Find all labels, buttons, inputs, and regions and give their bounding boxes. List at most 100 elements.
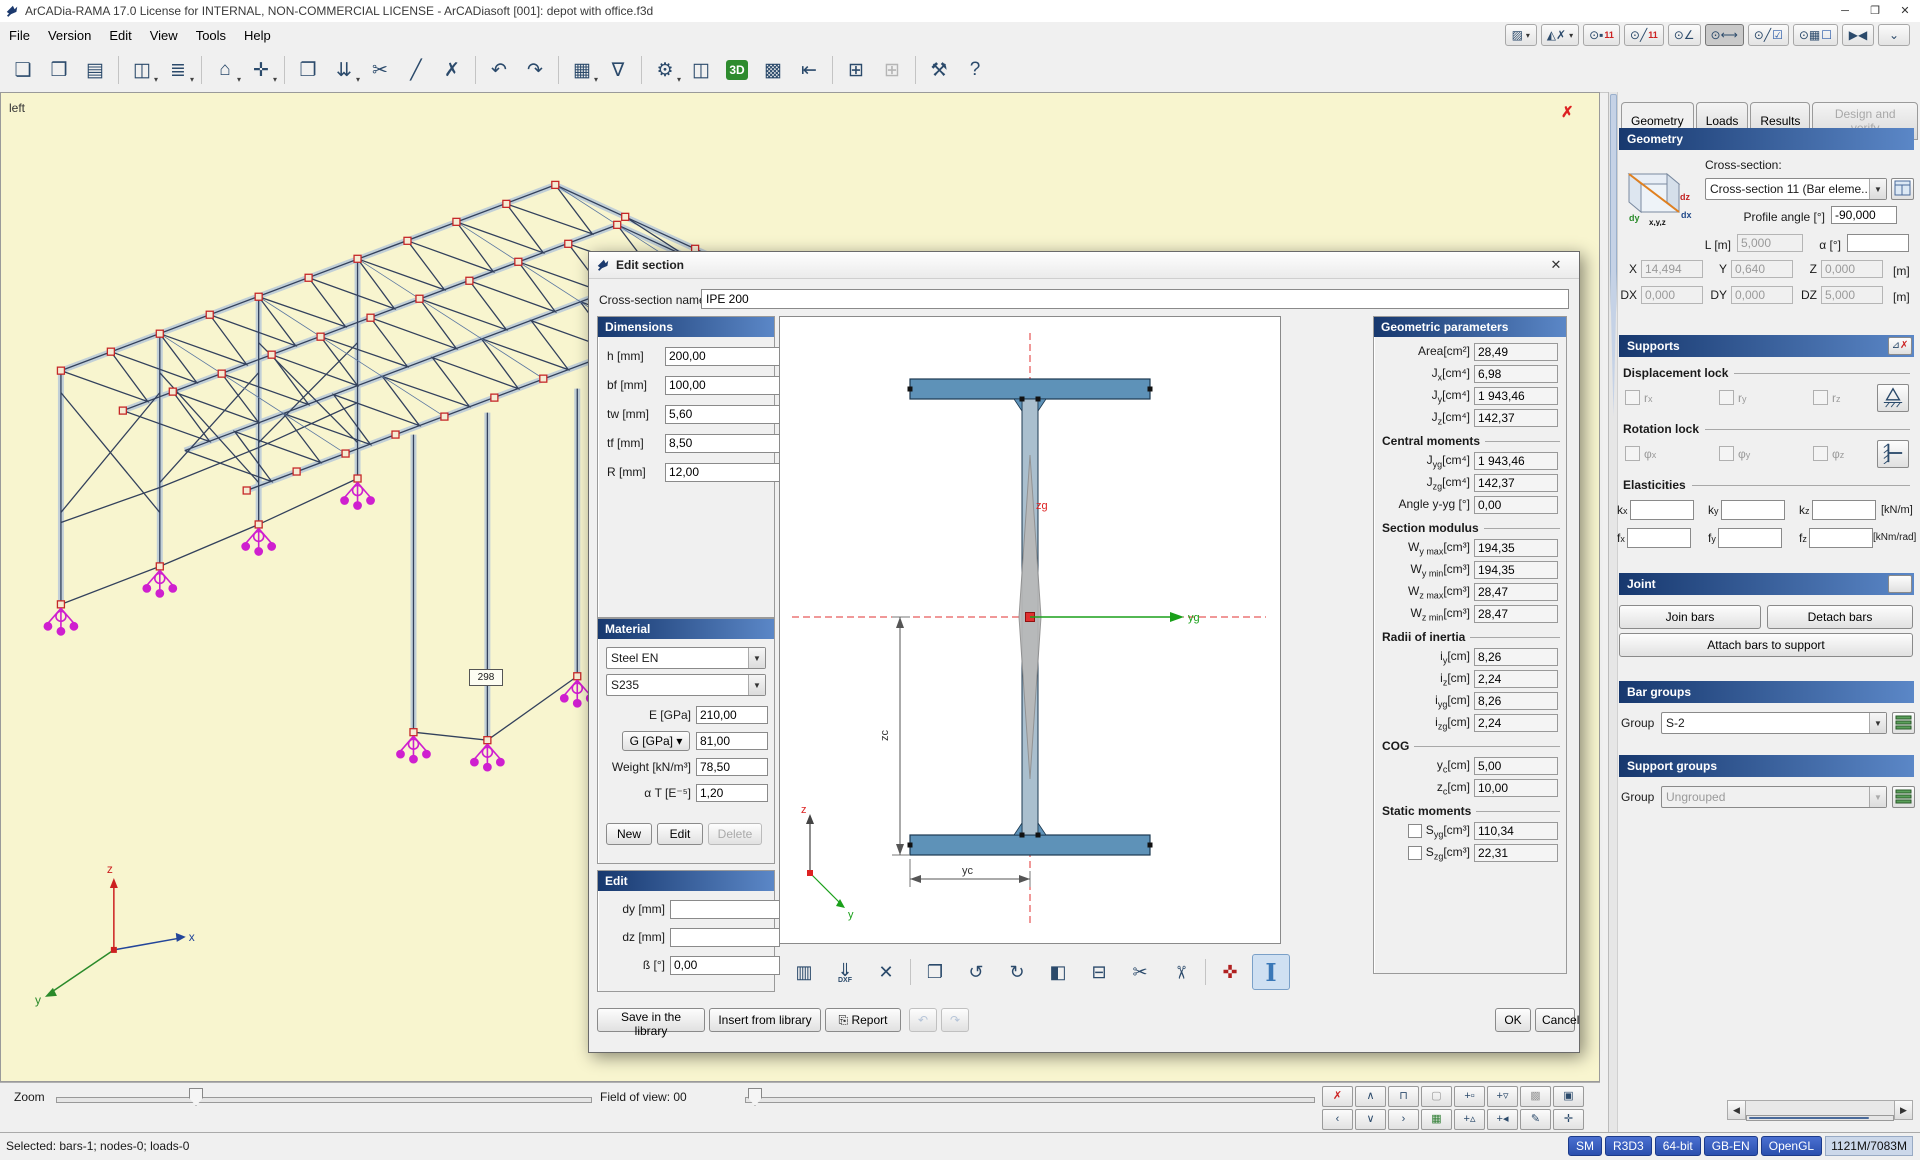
attach-bars-to-support-button[interactable]: Attach bars to support [1619, 633, 1913, 657]
table-editor-button[interactable]: ◫ [684, 53, 718, 87]
weight-input[interactable] [696, 758, 768, 776]
add-hinge-mode-button[interactable]: +▵ [1454, 1109, 1485, 1130]
scroll-left-arrow[interactable]: ◀ [1728, 1101, 1746, 1119]
insert-from-library-button[interactable]: Insert from library [709, 1008, 821, 1032]
rotate-right-button[interactable]: ↻ [998, 954, 1036, 990]
status-badge[interactable]: SM [1568, 1136, 1602, 1156]
cancel-button[interactable]: Cancel [1535, 1008, 1575, 1032]
displacement-lock-checkbox[interactable] [1625, 390, 1640, 405]
undo-button[interactable]: ↶ [482, 53, 516, 87]
add-node-button[interactable]: ✛ ▾ [244, 53, 278, 87]
k-input[interactable] [1812, 500, 1876, 520]
detach-bars-button[interactable]: Detach bars [1767, 605, 1913, 629]
add-node-mode-button[interactable]: +▫ [1454, 1086, 1485, 1107]
displacement-lock-checkbox[interactable] [1719, 390, 1734, 405]
joint-options-button[interactable] [1888, 575, 1912, 593]
cross-section-select[interactable]: Cross-section 11 (Bar eleme...▼ [1705, 178, 1887, 200]
profile-angle-input[interactable] [1831, 206, 1897, 224]
static-moment-checkbox[interactable] [1408, 824, 1422, 838]
wrench-button[interactable]: ⚒ [922, 53, 956, 87]
zoom-slider[interactable] [56, 1097, 592, 1103]
close-view-icon[interactable]: ✗ [1561, 103, 1574, 121]
edit-field-input[interactable] [670, 928, 780, 947]
minimize-button[interactable]: ─ [1830, 1, 1860, 22]
show-dimensions-button[interactable]: ⊙⟷ [1705, 24, 1744, 46]
pan-right-button[interactable]: › [1388, 1109, 1419, 1130]
dimension-input[interactable] [665, 347, 780, 366]
pan-down-button[interactable]: ∨ [1355, 1109, 1386, 1130]
support-group-manager-button[interactable] [1892, 786, 1915, 808]
project-manager-button[interactable]: ◫ ▾ [125, 53, 159, 87]
status-badge[interactable]: 64-bit [1655, 1136, 1701, 1156]
show-bar-numbers-button[interactable]: ⊙╱ 11 [1624, 24, 1664, 46]
pinned-support-button[interactable] [1877, 384, 1909, 412]
split-vertical-button[interactable]: ✂ [1162, 954, 1200, 990]
zoom-slider-thumb[interactable] [189, 1088, 203, 1106]
render-display-button[interactable]: ▦ [1421, 1109, 1452, 1130]
calculator-button[interactable]: ⊞ [839, 53, 873, 87]
lock-view-button[interactable]: ⊓ [1388, 1086, 1419, 1107]
displacement-lock-checkbox[interactable] [1813, 390, 1828, 405]
maximize-button[interactable]: ❐ [1860, 1, 1890, 22]
add-corner-mode-button[interactable]: +◂ [1487, 1109, 1518, 1130]
add-load-mode-button[interactable]: +▿ [1487, 1086, 1518, 1107]
filter-button[interactable]: ∇ [601, 53, 635, 87]
deselect-button[interactable]: ✗ [1322, 1086, 1353, 1107]
dimension-input[interactable] [665, 376, 780, 395]
section-grid-button[interactable]: ▩ [756, 53, 790, 87]
render-mode-button[interactable]: ▨ ▾ [1505, 24, 1537, 46]
mirror-horizontal-button[interactable]: ⊟ [1080, 954, 1118, 990]
rotate-left-button[interactable]: ↺ [957, 954, 995, 990]
menu-item[interactable]: Edit [100, 24, 140, 47]
visibility-filter-button[interactable]: ◭✗ ▾ [1541, 24, 1579, 46]
view-3d-button[interactable]: 3D [720, 53, 754, 87]
fixed-support-button[interactable] [1877, 440, 1909, 468]
k-input[interactable] [1630, 500, 1694, 520]
structure-settings-button[interactable]: ⚙ ▾ [648, 53, 682, 87]
fov-slider[interactable] [745, 1097, 1315, 1103]
cross-section-manager-button[interactable] [1891, 178, 1914, 200]
f-input[interactable] [1627, 528, 1691, 548]
menu-item[interactable]: File [0, 24, 39, 47]
frame-generator-button[interactable]: ⌂ ▾ [208, 53, 242, 87]
alpha-input[interactable] [1847, 234, 1909, 252]
dimension-input[interactable] [665, 405, 780, 424]
dimension-input[interactable] [665, 434, 780, 453]
delete-support-button[interactable]: ⊿✗ [1888, 337, 1912, 355]
add-bar-button[interactable]: ╱ [399, 53, 433, 87]
report-print-button[interactable]: ≣ ▾ [161, 53, 195, 87]
move-origin-button[interactable]: ✜ [1211, 954, 1249, 990]
copy-element-button[interactable]: ❐ [916, 954, 954, 990]
sidebar-scrollbar[interactable] [1609, 92, 1618, 1132]
ibeam-view-button[interactable]: I [1252, 954, 1290, 990]
material-edit-button[interactable]: Edit [657, 823, 703, 845]
mesh-button[interactable]: ▦ ▾ [565, 53, 599, 87]
split-horizontal-button[interactable]: ✂ [1121, 954, 1159, 990]
dimension-input[interactable] [665, 463, 780, 482]
menu-item[interactable]: Tools [187, 24, 235, 47]
show-mesh-toggle-button[interactable]: ⊙▦ ☐ [1793, 24, 1838, 46]
bar-group-select[interactable]: S-2▼ [1661, 712, 1887, 734]
material-grade-select[interactable]: S235▼ [606, 674, 766, 696]
f-input[interactable] [1718, 528, 1782, 548]
calculator-alt-button[interactable]: ⊞ [875, 53, 909, 87]
bar-group-manager-button[interactable] [1892, 712, 1915, 734]
orbit-button[interactable]: ✛ [1553, 1109, 1584, 1130]
save-project-button[interactable]: ▤ [78, 53, 112, 87]
loads-button[interactable]: ⇊ ▾ [327, 53, 361, 87]
menu-item[interactable]: Help [235, 24, 280, 47]
material-type-select[interactable]: Steel EN▼ [606, 647, 766, 669]
g-modulus-select-button[interactable]: G [GPa] ▾ [622, 731, 690, 751]
join-bars-button[interactable]: Join bars [1619, 605, 1761, 629]
rotation-lock-checkbox[interactable] [1625, 446, 1640, 461]
expand-panel-button[interactable]: ⌄ [1878, 24, 1910, 46]
dxf-import-button[interactable]: ⇓ DXF [826, 954, 864, 990]
static-moment-checkbox[interactable] [1408, 846, 1422, 860]
show-bars-toggle-button[interactable]: ⊙╱ ☑ [1748, 24, 1789, 46]
redo-button[interactable]: ↷ [518, 53, 552, 87]
f-input[interactable] [1809, 528, 1873, 548]
sketch-button[interactable]: ✎ [1520, 1109, 1551, 1130]
pan-left-button[interactable]: ‹ [1322, 1109, 1353, 1130]
hscroll-thumb[interactable] [1749, 1117, 1869, 1119]
save-in-library-button[interactable]: Save in the library [597, 1008, 705, 1032]
